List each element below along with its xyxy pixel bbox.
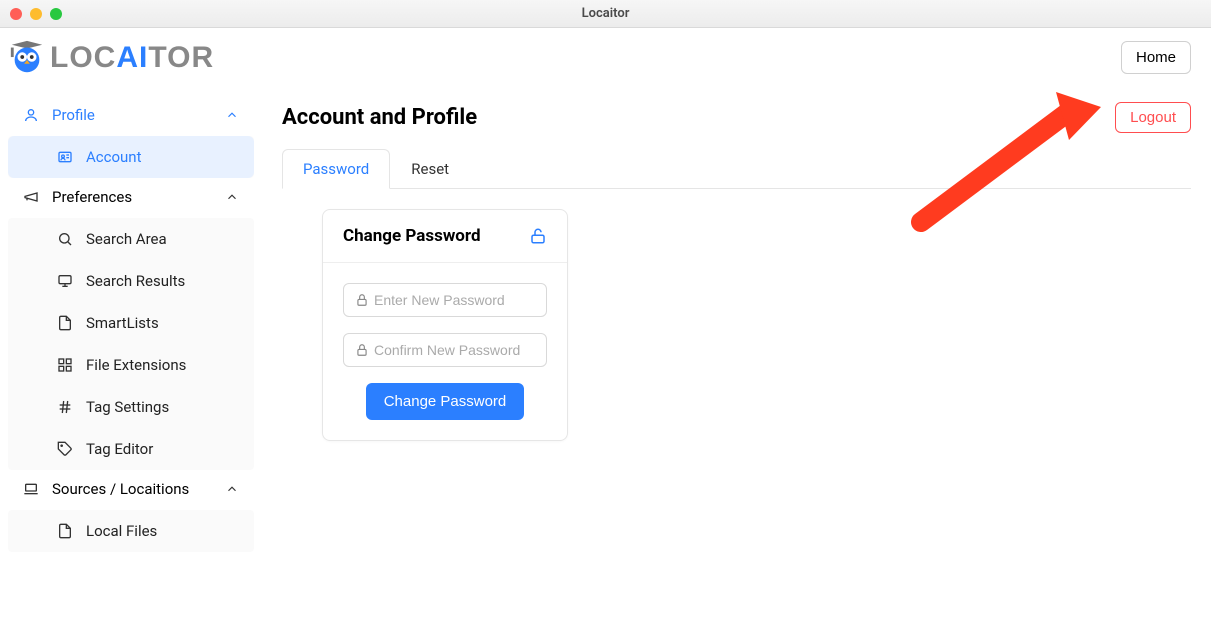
tabs: Password Reset (282, 149, 1191, 189)
sidebar-item-tag-settings[interactable]: Tag Settings (8, 386, 254, 428)
lock-icon (353, 291, 371, 309)
logo: LOCAITOR (8, 39, 214, 77)
window-titlebar: Locaitor (0, 0, 1211, 28)
chevron-up-icon (224, 107, 240, 123)
sidebar-group-preferences[interactable]: Preferences (8, 178, 254, 216)
page-title: Account and Profile (282, 105, 477, 130)
fullscreen-icon[interactable] (50, 8, 62, 20)
tab-reset[interactable]: Reset (390, 149, 470, 189)
sidebar-item-label: Tag Settings (86, 398, 169, 416)
change-password-card: Change Password (322, 209, 568, 441)
close-icon[interactable] (10, 8, 22, 20)
user-icon (22, 106, 40, 124)
sidebar-item-label: Search Results (86, 272, 185, 290)
card-title: Change Password (343, 226, 481, 246)
sidebar-group-label: Preferences (52, 188, 132, 206)
confirm-password-input[interactable] (343, 333, 547, 367)
sidebar-item-smartlists[interactable]: SmartLists (8, 302, 254, 344)
sidebar-item-label: Local Files (86, 522, 157, 540)
owl-icon (8, 39, 46, 77)
sidebar-item-local-files[interactable]: Local Files (8, 510, 254, 552)
minimize-icon[interactable] (30, 8, 42, 20)
sidebar-group-sources[interactable]: Sources / Locaitions (8, 470, 254, 508)
logout-button[interactable]: Logout (1115, 102, 1191, 133)
topbar: LOCAITOR Home (0, 28, 1211, 88)
logo-text: LOCAITOR (50, 41, 214, 75)
megaphone-icon (22, 188, 40, 206)
window-title: Locaitor (582, 6, 630, 21)
new-password-input[interactable] (343, 283, 547, 317)
sidebar-item-label: Search Area (86, 230, 167, 248)
tab-password[interactable]: Password (282, 149, 390, 189)
content-area: Account and Profile Logout Password Rese… (262, 88, 1211, 623)
hash-icon (56, 398, 74, 416)
logo-mid: AI (116, 41, 148, 74)
file-icon (56, 522, 74, 540)
home-button[interactable]: Home (1121, 41, 1191, 74)
sidebar-item-label: SmartLists (86, 314, 159, 332)
grid-icon (56, 356, 74, 374)
id-card-icon (56, 148, 74, 166)
sidebar-group-profile[interactable]: Profile (8, 96, 254, 134)
sidebar-item-label: File Extensions (86, 356, 186, 374)
search-icon (56, 230, 74, 248)
logo-pre: LOC (50, 41, 116, 74)
window-controls (10, 8, 62, 20)
sidebar-item-account[interactable]: Account (8, 136, 254, 178)
sidebar-item-label: Account (86, 148, 142, 166)
sidebar-item-search-area[interactable]: Search Area (8, 218, 254, 260)
tag-icon (56, 440, 74, 458)
sidebar: Profile Account (0, 88, 262, 623)
change-password-button[interactable]: Change Password (366, 383, 525, 420)
sidebar-group-label: Profile (52, 106, 95, 124)
chevron-up-icon (224, 189, 240, 205)
unlock-icon (529, 227, 547, 245)
laptop-icon (22, 480, 40, 498)
sidebar-item-label: Tag Editor (86, 440, 153, 458)
sidebar-group-label: Sources / Locaitions (52, 480, 189, 498)
file-icon (56, 314, 74, 332)
chevron-up-icon (224, 481, 240, 497)
logo-post: TOR (148, 41, 214, 74)
lock-icon (353, 341, 371, 359)
sidebar-item-file-extensions[interactable]: File Extensions (8, 344, 254, 386)
sidebar-item-search-results[interactable]: Search Results (8, 260, 254, 302)
sidebar-item-tag-editor[interactable]: Tag Editor (8, 428, 254, 470)
monitor-icon (56, 272, 74, 290)
